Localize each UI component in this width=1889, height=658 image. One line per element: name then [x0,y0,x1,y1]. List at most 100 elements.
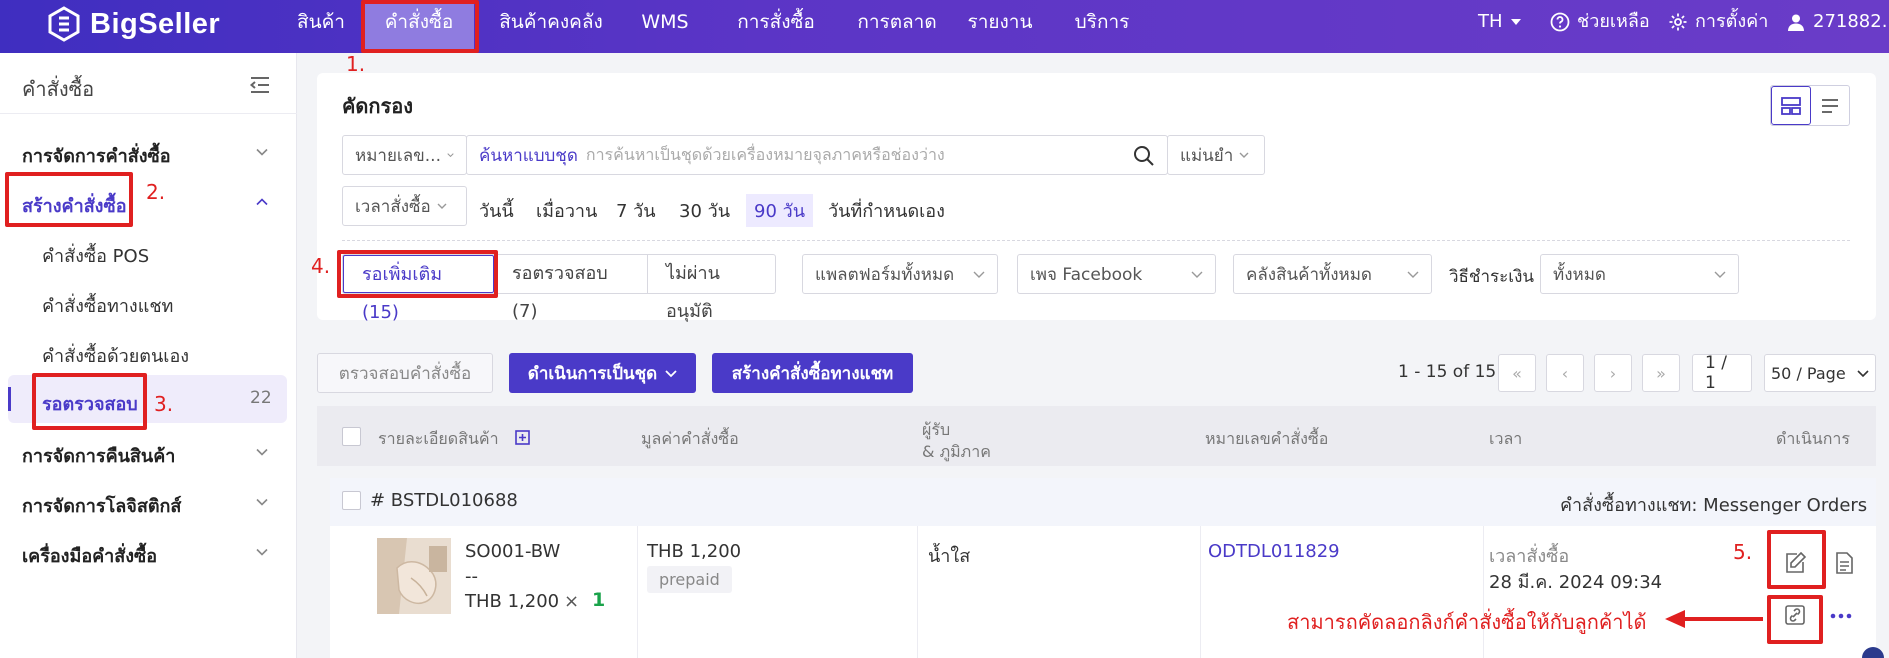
time-field-select[interactable]: เวลาสั่งซื้อ [342,186,467,226]
sidebar-group-returns[interactable]: การจัดการคืนสินค้า [22,441,175,470]
column-header-product: รายละเอียดสินค้า [378,429,499,448]
bigseller-logo-icon [48,6,80,42]
sidebar-item-chat-orders[interactable]: คำสั่งซื้อทางแชท [42,291,173,320]
sidebar-divider [0,113,297,114]
warehouse-label: คลังสินค้าทั้งหมด [1246,264,1372,285]
page-input[interactable]: 1 / 1 [1692,353,1752,393]
product-price: THB 1,200 [465,591,560,612]
time-option-today[interactable]: วันนี้ [479,196,514,225]
batch-search-label[interactable]: ค้นหาแบบชุด [479,142,578,169]
first-page-icon[interactable]: « [1498,354,1536,392]
sidebar-item-manual-orders[interactable]: คำสั่งซื้อด้วยตนเอง [42,341,189,370]
collapse-sidebar-icon[interactable] [248,73,272,97]
order-checkbox[interactable] [342,491,361,510]
more-options-icon[interactable] [1830,612,1852,620]
platform-select[interactable]: แพลตฟอร์มทั้งหมด [802,254,998,294]
tab-rejected[interactable]: ไม่ผ่านอนุมัติ [648,255,775,322]
search-field-label: หมายเลข... [355,145,441,166]
chevron-down-icon[interactable] [255,495,269,509]
create-chat-order-button[interactable]: สร้างคำสั่งซื้อทางแชท [712,353,913,393]
chevron-down-icon [447,153,454,158]
sidebar: คำสั่งซื้อ การจัดการคำสั่งซื้อ สร้างคำสั… [0,53,297,658]
chevron-down-icon [973,271,985,278]
caret-down-icon [1510,19,1521,25]
chevron-down-icon [1239,152,1249,158]
annotation-step-3: 3. [154,392,174,416]
nav-item-reports[interactable]: รายงาน [960,0,1040,53]
payment-badge: prepaid [647,566,732,593]
sidebar-group-order-tools[interactable]: เครื่องมือคำสั่งซื้อ [22,541,157,570]
chat-bubble-icon[interactable] [1862,642,1884,658]
tab-pending-review[interactable]: รอตรวจสอบ (7) [494,255,648,322]
prev-page-icon[interactable]: ‹ [1546,354,1584,392]
user-icon [1788,14,1804,31]
sidebar-group-logistics[interactable]: การจัดการโลจิสติกส์ [22,491,181,520]
batch-action-button[interactable]: ดำเนินการเป็นชุด [509,353,696,393]
time-option-30d[interactable]: 30 วัน [679,196,730,225]
last-page-icon[interactable]: » [1642,354,1680,392]
help-link[interactable]: ช่วยเหลือ [1550,0,1650,44]
nav-item-services[interactable]: บริการ [1064,0,1140,53]
active-indicator [8,387,11,411]
filter-divider [342,240,1850,241]
column-header-order-no: หมายเลขคำสั่งซื้อ [1205,429,1329,448]
match-mode-label: แม่นยำ [1180,145,1234,166]
column-divider [637,526,638,658]
language-selector[interactable]: TH [1478,0,1522,44]
document-icon[interactable] [1832,551,1856,575]
facebook-page-select[interactable]: เพจ Facebook [1017,254,1216,294]
expand-plus-icon[interactable] [515,430,530,445]
list-view-icon[interactable] [1811,86,1849,125]
language-label: TH [1478,11,1503,32]
nav-item-products[interactable]: สินค้า [288,0,354,53]
warehouse-select[interactable]: คลังสินค้าทั้งหมด [1233,254,1432,294]
user-menu[interactable]: 271882... [1786,0,1889,44]
chevron-up-icon[interactable] [255,195,269,209]
next-page-icon[interactable]: › [1594,354,1632,392]
search-input[interactable]: ค้นหาแบบชุด การค้นหาเป็นชุดด้วยเครื่องหม… [466,135,1168,175]
product-sku[interactable]: SO001-BW [465,541,560,562]
logo[interactable]: BigSeller [46,6,220,42]
facebook-page-label: เพจ Facebook [1030,264,1143,285]
select-all-checkbox[interactable] [342,427,361,446]
chevron-down-icon[interactable] [255,445,269,459]
settings-link[interactable]: การตั้งค่า [1668,0,1768,44]
time-option-yesterday[interactable]: เมื่อวาน [536,196,597,225]
question-icon [1550,12,1570,32]
nav-item-inventory[interactable]: สินค้าคงคลัง [486,0,616,53]
chevron-down-icon[interactable] [255,145,269,159]
search-field-select[interactable]: หมายเลข... [342,135,467,175]
time-option-90d[interactable]: 90 วัน [746,194,814,227]
brand-name: BigSeller [90,7,221,40]
annotation-box-edit-action [1767,530,1826,589]
view-toggle [1770,85,1850,126]
match-mode-select[interactable]: แม่นยำ [1167,135,1265,175]
nav-item-wms[interactable]: WMS [630,0,700,53]
pending-review-count: 22 [250,388,272,408]
nav-item-purchase[interactable]: การสั่งซื้อ [716,0,836,53]
annotation-box-create-order [5,172,133,227]
payment-method-select[interactable]: ทั้งหมด [1540,254,1739,294]
review-order-button[interactable]: ตรวจสอบคำสั่งซื้อ [317,353,493,393]
annotation-step-2: 2. [146,180,166,204]
annotation-box-pending-review [32,373,147,430]
annotation-step-4: 4. [311,254,331,278]
search-icon[interactable] [1133,145,1155,167]
annotation-box-copy-link [1767,595,1823,644]
top-navbar: BigSeller สินค้า คำสั่งซื้อ สินค้าคงคลัง… [0,0,1889,53]
payment-method-value: ทั้งหมด [1553,264,1606,285]
time-option-7d[interactable]: 7 วัน [616,196,656,225]
sidebar-item-pos-orders[interactable]: คำสั่งซื้อ POS [42,241,149,270]
settings-label: การตั้งค่า [1695,11,1769,32]
card-view-icon[interactable] [1771,86,1811,125]
chevron-down-icon [1857,370,1869,378]
order-number-link[interactable]: ODTDL011829 [1208,541,1340,562]
user-id: 271882... [1813,11,1889,32]
sidebar-group-order-management[interactable]: การจัดการคำสั่งซื้อ [22,141,171,170]
nav-item-marketing[interactable]: การตลาด [842,0,952,53]
chevron-down-icon [665,370,677,378]
chevron-down-icon[interactable] [255,545,269,559]
product-thumbnail[interactable] [377,538,451,614]
time-option-custom[interactable]: วันที่กำหนดเอง [828,196,945,225]
per-page-select[interactable]: 50 / Page [1764,354,1876,392]
